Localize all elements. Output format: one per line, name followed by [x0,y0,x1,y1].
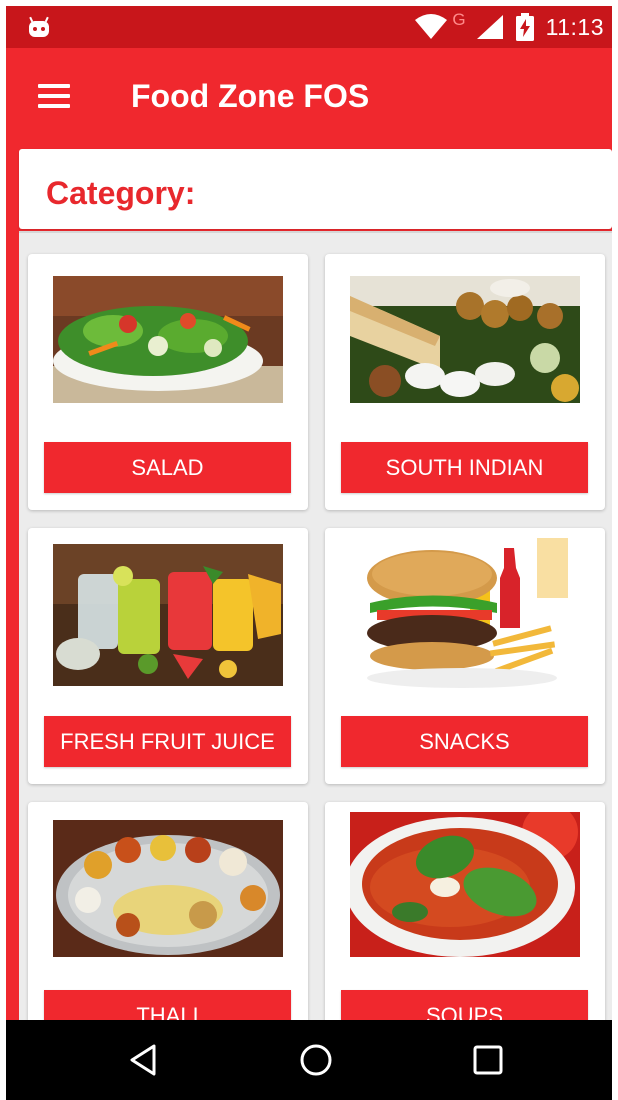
cell-signal-icon [476,15,503,39]
salad-image [53,276,283,403]
category-card-fresh-fruit-juice[interactable]: FRESH FRUIT JUICE [28,528,308,784]
thali-image [53,820,283,957]
fruit-juice-image [53,544,283,686]
category-card-salad[interactable]: SALAD [28,254,308,510]
home-icon[interactable] [296,1040,336,1080]
recents-icon[interactable] [468,1040,508,1080]
category-card-snacks[interactable]: SNACKS [325,528,605,784]
hamburger-menu-icon[interactable] [32,78,72,114]
status-time: 11:13 [545,13,604,40]
burger-snacks-image [362,538,568,693]
android-debug-icon [29,16,49,37]
network-type-label: G [452,10,466,29]
salad-button[interactable]: SALAD [44,442,291,493]
wifi-icon [415,14,448,39]
battery-charging-icon [515,13,534,41]
soups-button[interactable]: SOUPS [341,990,588,1020]
status-bar: G 11:13 [6,6,612,48]
system-nav-bar [6,1020,612,1100]
south-indian-button[interactable]: SOUTH INDIAN [341,442,588,493]
fresh-fruit-juice-button[interactable]: FRESH FRUIT JUICE [44,716,291,767]
app-screen: G 11:13 Food Zone FOS Category: SALAD SO… [0,0,618,1100]
category-card-south-indian[interactable]: SOUTH INDIAN [325,254,605,510]
south-indian-image [350,276,580,403]
category-card-thali[interactable]: THALI [28,802,308,1020]
back-icon[interactable] [124,1040,164,1080]
category-card-soups[interactable]: SOUPS [325,802,605,1020]
app-toolbar: Food Zone FOS [6,48,612,146]
category-heading: Category: [46,175,196,211]
snacks-button[interactable]: SNACKS [341,716,588,767]
thali-button[interactable]: THALI [44,990,291,1020]
category-grid[interactable]: SALAD SOUTH INDIAN FRESH FRUIT JUICE SNA… [19,233,612,1020]
soup-image [350,812,580,957]
category-header-card: Category: [19,149,612,229]
app-title: Food Zone FOS [131,78,370,114]
content-area: Category: SALAD SOUTH INDIAN FRESH FRUIT… [6,146,612,1020]
